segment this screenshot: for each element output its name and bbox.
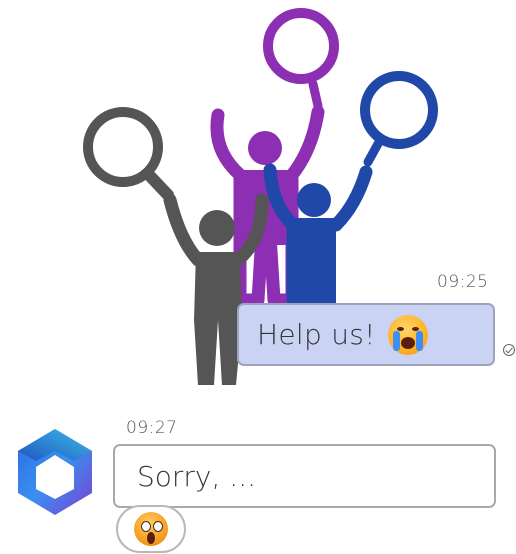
read-check-icon: [503, 344, 515, 356]
sent-message-time: 09:25: [437, 272, 489, 292]
sent-message-text: Help us!: [257, 318, 376, 351]
message-reaction-button[interactable]: [116, 505, 186, 553]
received-message-bubble[interactable]: Sorry, ...: [113, 444, 496, 508]
copilot-logo-icon: [18, 429, 92, 515]
sent-message-bubble[interactable]: Help us!: [237, 303, 495, 366]
face-screaming-in-fear-icon: [134, 512, 168, 546]
received-message-time: 09:27: [126, 418, 178, 438]
loudly-crying-face-icon: [387, 314, 428, 355]
received-message-text: Sorry, ...: [137, 459, 256, 493]
